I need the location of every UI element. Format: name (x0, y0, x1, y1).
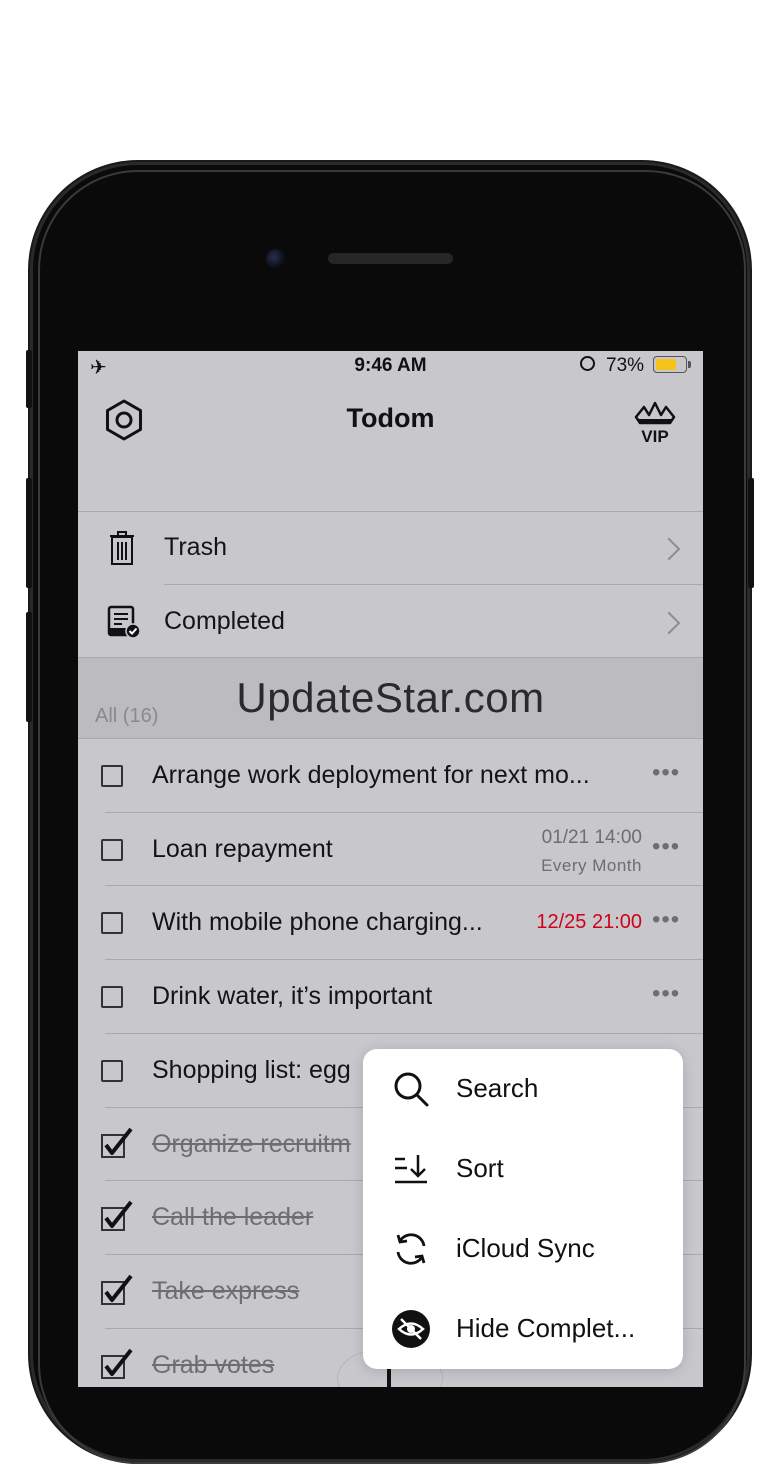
battery-tip (688, 361, 691, 368)
watermark: UpdateStar.com (236, 674, 545, 721)
checkbox[interactable] (101, 986, 123, 1009)
todo-title: Grab votes (152, 1350, 275, 1379)
menu-item-label: Hide Complet... (456, 1313, 636, 1343)
search-icon (394, 1072, 429, 1107)
earpiece-speaker (328, 253, 453, 264)
todo-title: Call the leader (152, 1203, 314, 1232)
menu-item-search[interactable]: Search (363, 1049, 683, 1129)
app-screen: ✈ 9:46 AM 73% Todom VIP Trash Completed … (78, 351, 703, 1387)
orientation-lock-icon (580, 356, 595, 371)
battery-percent: 73% (606, 355, 645, 376)
navigation-bar: Todom VIP (78, 381, 703, 511)
menu-item-label: Search (456, 1073, 539, 1103)
completed-clipboard-icon (107, 605, 141, 639)
checkbox[interactable] (101, 765, 123, 787)
checkbox[interactable] (101, 1059, 123, 1082)
menu-item-sort[interactable]: Sort (363, 1129, 683, 1209)
menu-item-icloud-sync[interactable]: iCloud Sync (363, 1209, 683, 1289)
menu-item-hide-completed[interactable]: Hide Complet... (363, 1289, 683, 1369)
status-bar: ✈ 9:46 AM 73% (78, 351, 703, 381)
todo-title: Organize recruitm (152, 1129, 351, 1158)
menu-item-label: iCloud Sync (456, 1233, 595, 1263)
trash-icon (110, 531, 134, 565)
power-button (748, 478, 754, 588)
todo-row[interactable]: Arrange work deployment for next mo... ••… (78, 739, 703, 813)
todo-title: Loan repayment (152, 834, 333, 863)
checkbox[interactable] (101, 912, 123, 935)
todo-title: Arrange work deployment for next mo... (152, 761, 590, 789)
section-header: All (16) UpdateStar.com (78, 658, 703, 738)
more-options-icon[interactable]: ••• (652, 906, 680, 934)
more-options-icon[interactable]: ••• (652, 759, 680, 787)
todo-row[interactable]: Loan repayment 01/21 14:00 Every Month ••• (78, 813, 703, 887)
checked-checkbox-icon[interactable] (101, 1199, 135, 1233)
sort-icon (395, 1155, 427, 1184)
battery-icon (653, 356, 687, 373)
sync-icon (396, 1233, 426, 1265)
todo-row[interactable]: With mobile phone charging... 12/25 21:00… (78, 886, 703, 960)
checked-checkbox-icon[interactable] (101, 1273, 135, 1307)
mute-switch (26, 350, 32, 408)
chevron-right-icon (657, 537, 681, 561)
hide-eye-icon (392, 1310, 430, 1348)
folder-row-trash[interactable]: Trash (78, 512, 703, 584)
todo-title: Shopping list: egg (152, 1055, 351, 1084)
checkbox[interactable] (101, 838, 123, 861)
volume-up-button (26, 478, 32, 588)
more-options-icon[interactable]: ••• (652, 980, 680, 1008)
page-title: Todom (346, 403, 435, 433)
more-options-icon[interactable]: ••• (652, 833, 680, 861)
todo-overdue-date: 12/25 21:00 (536, 911, 642, 934)
front-camera (266, 249, 286, 269)
vip-crown-icon[interactable]: VIP (630, 397, 680, 447)
todo-due-date: 01/21 14:00 (541, 826, 642, 848)
folder-row-completed[interactable]: Completed (78, 585, 703, 657)
folder-label: Completed (164, 607, 285, 635)
checked-checkbox-icon[interactable] (101, 1126, 135, 1160)
todo-row[interactable]: Drink water, it’s important ••• (78, 960, 703, 1034)
checked-checkbox-icon[interactable] (101, 1347, 135, 1381)
todo-repeat: Every Month (541, 855, 642, 875)
battery-fill (656, 359, 676, 370)
volume-down-button (26, 612, 32, 722)
todo-title: Drink water, it’s important (152, 982, 433, 1011)
folder-label: Trash (164, 533, 227, 561)
vip-label: VIP (641, 427, 668, 446)
menu-item-label: Sort (456, 1153, 504, 1183)
popup-menu: Search Sort iCloud Sync Hide Complet... (363, 1049, 683, 1369)
todo-title: With mobile phone charging... (152, 908, 483, 937)
chevron-right-icon (657, 611, 681, 635)
todo-title: Take express (152, 1276, 300, 1305)
